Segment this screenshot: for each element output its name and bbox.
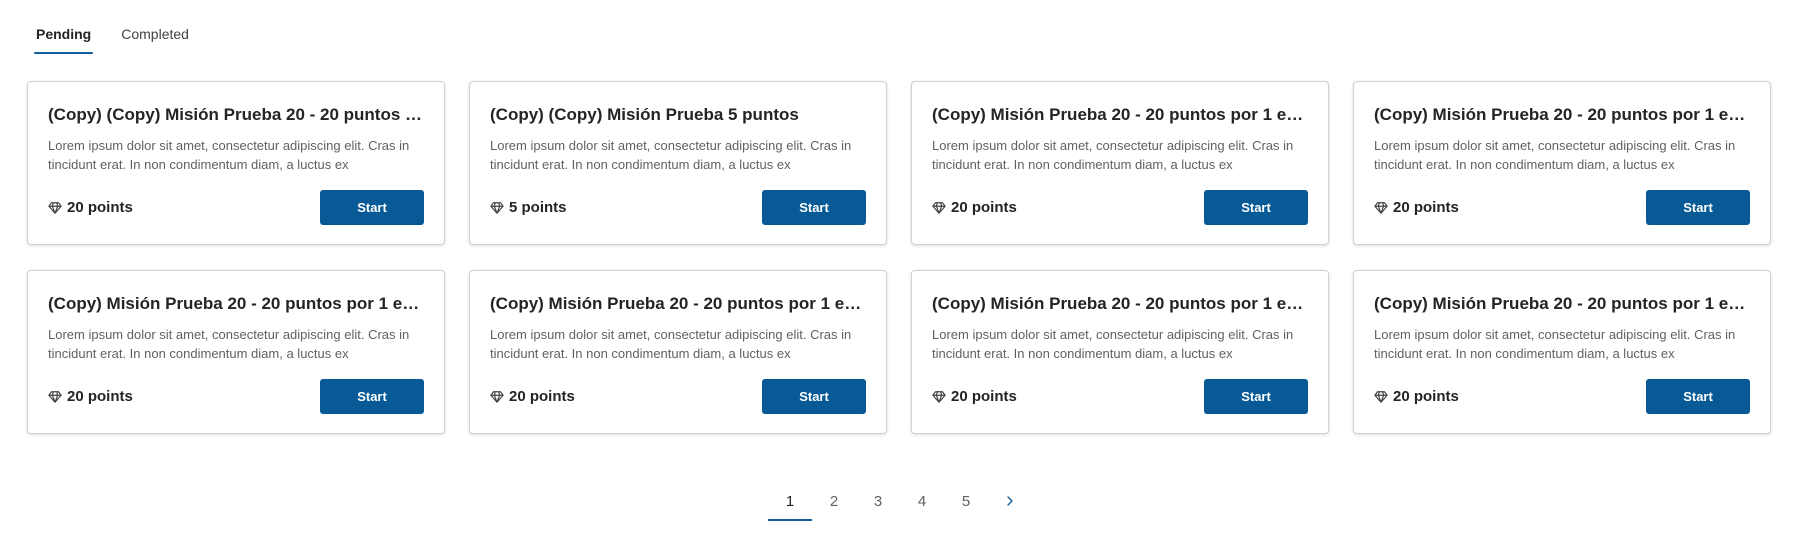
mission-title: (Copy) Misión Prueba 20 - 20 puntos por … bbox=[932, 294, 1308, 313]
diamond-icon bbox=[932, 201, 946, 215]
start-button[interactable]: Start bbox=[762, 379, 866, 414]
start-button[interactable]: Start bbox=[1646, 379, 1750, 414]
mission-description: Lorem ipsum dolor sit amet, consectetur … bbox=[48, 327, 410, 361]
next-page-button[interactable] bbox=[988, 483, 1032, 519]
start-button[interactable]: Start bbox=[320, 190, 424, 225]
points-label: 20 points bbox=[951, 388, 1017, 405]
tab-pending[interactable]: Pending bbox=[33, 24, 94, 54]
mission-card: (Copy) Misión Prueba 20 - 20 puntos por … bbox=[469, 270, 887, 434]
start-button[interactable]: Start bbox=[1646, 190, 1750, 225]
mission-card-grid: (Copy) (Copy) Misión Prueba 20 - 20 punt… bbox=[27, 81, 1772, 434]
chevron-right-icon bbox=[1004, 495, 1016, 507]
mission-points: 20 points bbox=[48, 388, 133, 405]
start-button[interactable]: Start bbox=[762, 190, 866, 225]
page-button-3[interactable]: 3 bbox=[856, 483, 900, 519]
mission-title: (Copy) Misión Prueba 20 - 20 puntos por … bbox=[1374, 294, 1750, 313]
mission-card-footer: 20 points Start bbox=[1374, 190, 1750, 225]
diamond-icon bbox=[1374, 201, 1388, 215]
points-label: 20 points bbox=[67, 199, 133, 216]
start-button[interactable]: Start bbox=[1204, 379, 1308, 414]
page-button-2[interactable]: 2 bbox=[812, 483, 856, 519]
tab-list: Pending Completed bbox=[33, 24, 189, 54]
mission-card: (Copy) Misión Prueba 20 - 20 puntos por … bbox=[1353, 270, 1771, 434]
mission-title: (Copy) Misión Prueba 20 - 20 puntos por … bbox=[48, 294, 424, 313]
points-label: 20 points bbox=[1393, 199, 1459, 216]
mission-points: 20 points bbox=[1374, 199, 1459, 216]
mission-title: (Copy) (Copy) Misión Prueba 20 - 20 punt… bbox=[48, 105, 424, 124]
mission-card: (Copy) Misión Prueba 20 - 20 puntos por … bbox=[911, 81, 1329, 245]
mission-title: (Copy) Misión Prueba 20 - 20 puntos por … bbox=[1374, 105, 1750, 124]
mission-card-footer: 20 points Start bbox=[48, 190, 424, 225]
diamond-icon bbox=[48, 201, 62, 215]
page-button-5[interactable]: 5 bbox=[944, 483, 988, 519]
start-button[interactable]: Start bbox=[320, 379, 424, 414]
mission-card-footer: 20 points Start bbox=[932, 190, 1308, 225]
mission-points: 5 points bbox=[490, 199, 567, 216]
diamond-icon bbox=[48, 390, 62, 404]
mission-card: (Copy) (Copy) Misión Prueba 5 puntos Lor… bbox=[469, 81, 887, 245]
mission-points: 20 points bbox=[490, 388, 575, 405]
mission-description: Lorem ipsum dolor sit amet, consectetur … bbox=[490, 138, 852, 172]
diamond-icon bbox=[1374, 390, 1388, 404]
tab-completed[interactable]: Completed bbox=[121, 24, 189, 46]
diamond-icon bbox=[490, 201, 504, 215]
diamond-icon bbox=[932, 390, 946, 404]
mission-points: 20 points bbox=[48, 199, 133, 216]
mission-description: Lorem ipsum dolor sit amet, consectetur … bbox=[48, 138, 410, 172]
mission-card-footer: 20 points Start bbox=[932, 379, 1308, 414]
diamond-icon bbox=[490, 390, 504, 404]
mission-card-footer: 20 points Start bbox=[48, 379, 424, 414]
page-button-4[interactable]: 4 bbox=[900, 483, 944, 519]
mission-points: 20 points bbox=[932, 388, 1017, 405]
mission-description: Lorem ipsum dolor sit amet, consectetur … bbox=[490, 327, 852, 361]
mission-description: Lorem ipsum dolor sit amet, consectetur … bbox=[932, 327, 1294, 361]
mission-card: (Copy) Misión Prueba 20 - 20 puntos por … bbox=[27, 270, 445, 434]
points-label: 20 points bbox=[67, 388, 133, 405]
points-label: 20 points bbox=[1393, 388, 1459, 405]
points-label: 20 points bbox=[951, 199, 1017, 216]
mission-description: Lorem ipsum dolor sit amet, consectetur … bbox=[1374, 327, 1736, 361]
mission-card: (Copy) Misión Prueba 20 - 20 puntos por … bbox=[911, 270, 1329, 434]
mission-description: Lorem ipsum dolor sit amet, consectetur … bbox=[932, 138, 1294, 172]
points-label: 20 points bbox=[509, 388, 575, 405]
page-button-1[interactable]: 1 bbox=[768, 483, 812, 521]
pagination: 1 2 3 4 5 bbox=[768, 483, 1032, 521]
mission-card-footer: 5 points Start bbox=[490, 190, 866, 225]
mission-card: (Copy) (Copy) Misión Prueba 20 - 20 punt… bbox=[27, 81, 445, 245]
mission-card-footer: 20 points Start bbox=[1374, 379, 1750, 414]
mission-points: 20 points bbox=[932, 199, 1017, 216]
mission-card: (Copy) Misión Prueba 20 - 20 puntos por … bbox=[1353, 81, 1771, 245]
missions-page: Pending Completed (Copy) (Copy) Misión P… bbox=[0, 0, 1795, 546]
mission-title: (Copy) (Copy) Misión Prueba 5 puntos bbox=[490, 105, 799, 124]
mission-title: (Copy) Misión Prueba 20 - 20 puntos por … bbox=[932, 105, 1308, 124]
mission-points: 20 points bbox=[1374, 388, 1459, 405]
mission-description: Lorem ipsum dolor sit amet, consectetur … bbox=[1374, 138, 1736, 172]
points-label: 5 points bbox=[509, 199, 567, 216]
mission-card-footer: 20 points Start bbox=[490, 379, 866, 414]
start-button[interactable]: Start bbox=[1204, 190, 1308, 225]
mission-title: (Copy) Misión Prueba 20 - 20 puntos por … bbox=[490, 294, 866, 313]
